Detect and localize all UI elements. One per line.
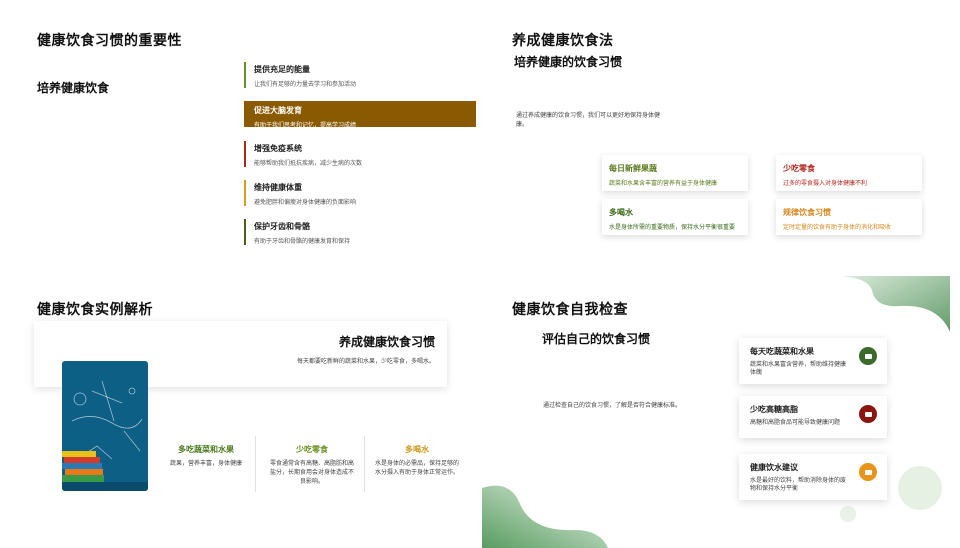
example-item-title: 多吃蔬菜和水果 (178, 445, 234, 454)
slide-habits: 养成健康饮食法 培养健康的饮食习惯 通过养成健康的饮食习惯，我们可以更好地保持身… (480, 0, 960, 274)
example-item-title: 多喝水 (405, 445, 429, 454)
habit-card-title: 每日新鲜果蔬 (609, 164, 657, 173)
slide-subtitle: 评估自己的饮食习惯 (542, 332, 651, 346)
water-icon (859, 463, 877, 481)
benefit-title: 促进大脑发育 (254, 106, 302, 115)
example-item-desc: 零食通常含有高糖、高脂肪和高盐分，长期食用会对身体造成不良影响。 (270, 460, 355, 485)
slide-intro: 通过养成健康的饮食习惯，我们可以更好地保持身体健康。 (516, 112, 661, 128)
benefit-title: 保护牙齿和骨骼 (254, 222, 310, 231)
benefit-item: 维持健康体重 避免肥胖和偏瘦对身体健康的负面影响 (244, 180, 476, 206)
check-card: 健康饮水建议 水是最好的饮料，帮助消除身体的废物和保持水分平衡 (739, 454, 887, 500)
slide-title: 养成健康饮食法 (512, 33, 614, 49)
benefit-title: 增强免疫系统 (254, 144, 302, 153)
benefit-item: 提供充足的能量 让我们有足够的力量去学习和参加活动 (244, 62, 476, 88)
habit-card-title: 多喝水 (609, 208, 633, 217)
habit-card: 少吃零食 过多的零食摄入对身体健康不利 (776, 155, 922, 191)
example-item: 多喝水 水是身体的必需品，保持足够的水分摄入有助于身体正常运作。 (375, 444, 459, 477)
benefit-item: 保护牙齿和骨骼 有助于牙齿和骨骼的健康发育和保持 (244, 219, 476, 245)
fruit-icon (859, 347, 877, 365)
books-image (62, 361, 148, 491)
benefit-title: 提供充足的能量 (254, 65, 310, 74)
check-card-desc: 蔬菜和水果富含营养，帮助维持健康体魄 (750, 361, 847, 376)
slide-subtitle: 培养健康饮食 (37, 81, 110, 95)
divider (255, 436, 256, 492)
habit-card: 每日新鲜果蔬 蔬菜和水果含丰富的营养有益于身体健康 (602, 155, 748, 191)
habit-card-title: 规律饮食习惯 (783, 208, 831, 217)
habit-card-desc: 水是身体所需的重要物质，保持水分平衡很重要 (609, 224, 736, 231)
benefit-desc: 让我们有足够的力量去学习和参加活动 (254, 81, 357, 88)
benefit-desc: 有助于我们思考和记忆，提高学习成绩 (254, 122, 357, 129)
summary-card-desc: 每天都要吃新鲜的蔬菜和水果，少吃零食，多喝水。 (296, 358, 435, 365)
benefit-title: 维持健康体重 (254, 183, 302, 192)
slide-title: 健康饮食习惯的重要性 (37, 33, 182, 49)
warning-icon (859, 405, 877, 423)
books-illustration (62, 380, 148, 491)
habit-card-desc: 蔬菜和水果含丰富的营养有益于身体健康 (609, 180, 718, 187)
check-card: 少吃高糖高脂 高糖和高脂食品可能导致健康问题 (739, 396, 887, 438)
summary-card-title: 养成健康饮食习惯 (338, 335, 435, 349)
benefit-desc: 能够帮助我们抵抗疾病，减少生病的次数 (254, 160, 363, 167)
example-item: 多吃蔬菜和水果 蔬果，营养丰富，身体健康 (164, 444, 248, 468)
slide-intro: 通过检查自己的饮食习惯，了解是否符合健康标准。 (543, 402, 682, 409)
slide-title: 健康饮食实例解析 (37, 302, 153, 318)
benefit-item-highlighted: 促进大脑发育 有助于我们思考和记忆，提高学习成绩 (244, 101, 476, 129)
habit-card: 规律饮食习惯 定时定量的饮食有助于身体的消化和吸收 (776, 199, 922, 235)
check-card-desc: 高糖和高脂食品可能导致健康问题 (750, 419, 841, 426)
check-card: 每天吃蔬菜和水果 蔬菜和水果富含营养，帮助维持健康体魄 (739, 338, 887, 384)
benefit-desc: 有助于牙齿和骨骼的健康发育和保持 (254, 238, 351, 245)
slide-examples: 健康饮食实例解析 养成健康饮食习惯 每天都要吃新鲜的蔬菜和水果，少吃零食，多喝水… (0, 274, 480, 548)
slide-self-check: 健康饮食自我检查 评估自己的饮食习惯 通过检查自己的饮食习惯，了解是否符合健康标… (480, 274, 960, 548)
habit-card-desc: 定时定量的饮食有助于身体的消化和吸收 (783, 224, 892, 231)
habit-card: 多喝水 水是身体所需的重要物质，保持水分平衡很重要 (602, 199, 748, 235)
example-item-desc: 蔬果，营养丰富，身体健康 (169, 460, 242, 467)
divider (364, 436, 365, 492)
slide-title: 健康饮食自我检查 (512, 302, 628, 318)
check-card-desc: 水是最好的饮料，帮助消除身体的废物和保持水分平衡 (750, 477, 847, 492)
benefit-item: 增强免疫系统 能够帮助我们抵抗疾病，减少生病的次数 (244, 141, 476, 167)
benefit-desc: 避免肥胖和偏瘦对身体健康的负面影响 (254, 199, 357, 206)
habit-card-title: 少吃零食 (783, 164, 815, 173)
slide-subtitle: 培养健康的饮食习惯 (514, 55, 623, 69)
habit-card-desc: 过多的零食摄入对身体健康不利 (783, 180, 868, 187)
example-item: 少吃零食 零食通常含有高糖、高脂肪和高盐分，长期食用会对身体造成不良影响。 (270, 444, 354, 486)
example-item-title: 少吃零食 (296, 445, 328, 454)
slide-importance: 健康饮食习惯的重要性 培养健康饮食 提供充足的能量 让我们有足够的力量去学习和参… (0, 0, 480, 274)
example-item-desc: 水是身体的必需品，保持足够的水分摄入有助于身体正常运作。 (375, 460, 460, 476)
